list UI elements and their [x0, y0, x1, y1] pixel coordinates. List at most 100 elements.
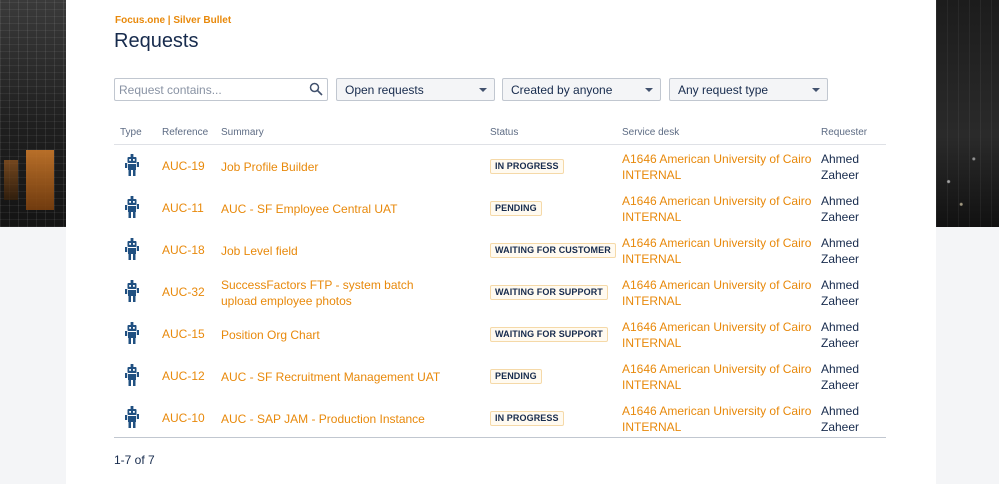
requester-name: Ahmed Zaheer: [821, 403, 881, 435]
chevron-down-icon: [645, 88, 653, 92]
type-filter-dropdown[interactable]: Any request type: [669, 78, 828, 101]
request-summary-link[interactable]: Job Profile Builder: [221, 159, 451, 175]
service-desk-link[interactable]: A1646 American University of Cairo INTERN…: [622, 403, 812, 435]
service-desk-name: A1646 American University of Cairo: [622, 194, 812, 208]
status-badge: PENDING: [490, 369, 542, 384]
requester-name: Ahmed Zaheer: [821, 361, 881, 393]
table-body: AUC-19 Job Profile Builder IN PROGRESS A164…: [114, 145, 886, 439]
requester-first-name: Ahmed: [821, 278, 860, 292]
requester-last-name: Zaheer: [821, 168, 860, 182]
background-right-image: [936, 0, 999, 227]
request-reference-link[interactable]: AUC-19: [162, 159, 205, 173]
service-desk-link[interactable]: A1646 American University of Cairo INTERN…: [622, 151, 812, 183]
robot-icon: [125, 238, 139, 260]
chevron-down-icon: [479, 88, 487, 92]
table-row[interactable]: AUC-10 AUC - SAP JAM - Production Instanc…: [114, 397, 886, 439]
service-desk-link[interactable]: A1646 American University of Cairo INTERN…: [622, 277, 812, 309]
request-summary-link[interactable]: SuccessFactors FTP - system batch upload…: [221, 277, 451, 309]
robot-icon: [125, 154, 139, 176]
chevron-down-icon: [812, 88, 820, 92]
request-reference-link[interactable]: AUC-11: [162, 201, 204, 215]
status-badge: WAITING FOR CUSTOMER: [490, 243, 616, 258]
status-badge: IN PROGRESS: [490, 159, 564, 174]
request-reference-link[interactable]: AUC-12: [162, 369, 205, 383]
status-badge: WAITING FOR SUPPORT: [490, 327, 608, 342]
search-box[interactable]: [114, 78, 328, 101]
service-desk-link[interactable]: A1646 American University of Cairo INTERN…: [622, 193, 812, 225]
table-header: Type Reference Summary Status Service de…: [114, 123, 886, 145]
status-filter-value: Open requests: [345, 83, 424, 97]
creator-filter-value: Created by anyone: [511, 83, 613, 97]
table-row[interactable]: AUC-12 AUC - SF Recruitment Management UA…: [114, 355, 886, 397]
request-reference-link[interactable]: AUC-32: [162, 285, 205, 299]
service-desk-type: INTERNAL: [622, 168, 682, 182]
background-left-image: [0, 0, 66, 227]
robot-icon: [125, 280, 139, 302]
search-input[interactable]: [115, 79, 303, 100]
status-filter-dropdown[interactable]: Open requests: [336, 78, 495, 101]
service-desk-link[interactable]: A1646 American University of Cairo INTERN…: [622, 319, 812, 351]
requester-last-name: Zaheer: [821, 294, 860, 308]
requester-last-name: Zaheer: [821, 336, 860, 350]
table-row[interactable]: AUC-32 SuccessFactors FTP - system batch …: [114, 271, 886, 313]
requester-name: Ahmed Zaheer: [821, 151, 881, 183]
request-reference-link[interactable]: AUC-15: [162, 327, 205, 341]
service-desk-name: A1646 American University of Cairo: [622, 236, 812, 250]
requester-first-name: Ahmed: [821, 320, 860, 334]
col-summary[interactable]: Summary: [221, 127, 264, 138]
service-desk-name: A1646 American University of Cairo: [622, 278, 812, 292]
table-row[interactable]: AUC-15 Position Org Chart WAITING FOR SUPP…: [114, 313, 886, 355]
col-type[interactable]: Type: [120, 127, 142, 138]
robot-icon: [125, 406, 139, 428]
requester-last-name: Zaheer: [821, 378, 860, 392]
col-requester[interactable]: Requester: [821, 127, 867, 138]
robot-icon: [125, 364, 139, 386]
status-badge: PENDING: [490, 201, 542, 216]
breadcrumb-brand[interactable]: Focus.one | Silver Bullet: [115, 15, 231, 26]
requester-last-name: Zaheer: [821, 420, 860, 434]
requests-table: Type Reference Summary Status Service de…: [114, 123, 886, 438]
service-desk-type: INTERNAL: [622, 378, 682, 392]
service-desk-type: INTERNAL: [622, 336, 682, 350]
type-filter-value: Any request type: [678, 83, 769, 97]
request-reference-link[interactable]: AUC-18: [162, 243, 205, 257]
service-desk-link[interactable]: A1646 American University of Cairo INTERN…: [622, 361, 812, 393]
requester-name: Ahmed Zaheer: [821, 235, 881, 267]
robot-icon: [125, 196, 139, 218]
requester-last-name: Zaheer: [821, 210, 860, 224]
requester-name: Ahmed Zaheer: [821, 319, 881, 351]
table-row[interactable]: AUC-11 AUC - SF Employee Central UAT PENDI…: [114, 187, 886, 229]
service-desk-name: A1646 American University of Cairo: [622, 362, 812, 376]
service-desk-name: A1646 American University of Cairo: [622, 152, 812, 166]
requester-name: Ahmed Zaheer: [821, 193, 881, 225]
table-row[interactable]: AUC-19 Job Profile Builder IN PROGRESS A164…: [114, 145, 886, 187]
request-summary-link[interactable]: AUC - SF Recruitment Management UAT: [221, 369, 451, 385]
requester-last-name: Zaheer: [821, 252, 860, 266]
col-service-desk[interactable]: Service desk: [622, 127, 679, 138]
col-reference[interactable]: Reference: [162, 127, 208, 138]
service-desk-name: A1646 American University of Cairo: [622, 404, 812, 418]
pagination-count: 1-7 of 7: [114, 453, 155, 467]
col-status[interactable]: Status: [490, 127, 518, 138]
creator-filter-dropdown[interactable]: Created by anyone: [502, 78, 661, 101]
request-summary-link[interactable]: AUC - SAP JAM - Production Instance: [221, 411, 451, 427]
service-desk-type: INTERNAL: [622, 252, 682, 266]
requester-first-name: Ahmed: [821, 236, 860, 250]
requester-first-name: Ahmed: [821, 194, 860, 208]
service-desk-name: A1646 American University of Cairo: [622, 320, 812, 334]
table-row[interactable]: AUC-18 Job Level field WAITING FOR CUSTOME…: [114, 229, 886, 271]
service-desk-link[interactable]: A1646 American University of Cairo INTERN…: [622, 235, 812, 267]
service-desk-type: INTERNAL: [622, 420, 682, 434]
request-summary-link[interactable]: Job Level field: [221, 243, 451, 259]
search-icon[interactable]: [309, 82, 323, 96]
status-badge: WAITING FOR SUPPORT: [490, 285, 608, 300]
service-desk-type: INTERNAL: [622, 210, 682, 224]
status-badge: IN PROGRESS: [490, 411, 564, 426]
requester-first-name: Ahmed: [821, 152, 860, 166]
request-summary-link[interactable]: AUC - SF Employee Central UAT: [221, 201, 451, 217]
requester-first-name: Ahmed: [821, 362, 860, 376]
request-reference-link[interactable]: AUC-10: [162, 411, 205, 425]
requests-panel: Focus.one | Silver Bullet Requests Open …: [66, 0, 936, 484]
robot-icon: [125, 322, 139, 344]
request-summary-link[interactable]: Position Org Chart: [221, 327, 451, 343]
